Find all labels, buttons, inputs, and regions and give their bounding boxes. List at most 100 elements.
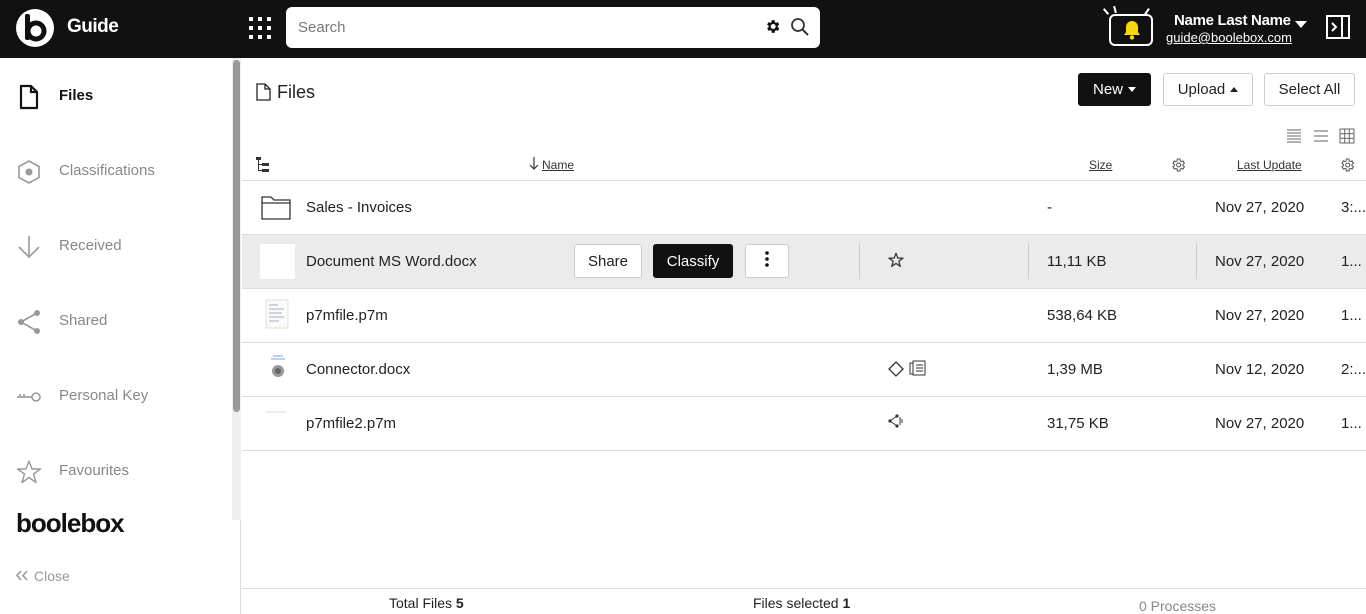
sidebar: Files Classifications Received Shared Pe… (0, 58, 241, 614)
user-menu-chevron-down-icon[interactable] (1295, 21, 1307, 28)
favourite-star-icon[interactable] (888, 252, 904, 273)
top-bar: Guide Name Last Name guide@boolebox.com (0, 0, 1366, 58)
file-time: 1... (1341, 253, 1362, 270)
file-name[interactable]: Connector.docx (306, 361, 410, 378)
table-row[interactable]: p7mfile.p7m 538,64 KB Nov 27, 2020 1... (242, 289, 1366, 343)
file-icon (16, 84, 42, 110)
files-selected-status: Files selected 1 (753, 595, 850, 611)
sidebar-item-classifications[interactable]: Classifications (0, 151, 230, 191)
column-settings-gear-icon[interactable] (1339, 157, 1355, 178)
sort-arrow-down-icon[interactable] (529, 157, 539, 175)
sidebar-item-label: Favourites (59, 462, 130, 479)
sidebar-item-favourites[interactable]: Favourites (0, 451, 230, 491)
file-size: 538,64 KB (1047, 307, 1118, 324)
share-icon (16, 309, 42, 335)
file-time: 2:... (1341, 361, 1366, 378)
sidebar-item-shared[interactable]: Shared (0, 301, 230, 341)
column-divider (1196, 243, 1197, 279)
search-input[interactable] (298, 17, 738, 37)
user-email[interactable]: guide@boolebox.com (1166, 30, 1292, 45)
column-header-name[interactable]: Name (542, 158, 574, 172)
list-view-icon[interactable] (1286, 128, 1302, 149)
total-files-count: 5 (455, 595, 464, 611)
search-bar (286, 7, 820, 48)
sidebar-item-label: Received (59, 237, 122, 254)
file-size: 11,11 KB (1047, 253, 1107, 270)
file-date: Nov 27, 2020 (1215, 307, 1305, 324)
boolebox-logo[interactable] (16, 9, 54, 47)
bell-ray (1102, 8, 1110, 15)
caret-up-icon (1230, 87, 1239, 92)
star-icon (16, 459, 42, 485)
hexagon-icon (16, 159, 42, 185)
more-options-button[interactable] (745, 244, 789, 278)
document-thumbnail (260, 244, 295, 279)
table-row[interactable]: Connector.docx 1,39 MB Nov 12, 2020 2:..… (242, 343, 1366, 397)
sidebar-item-files[interactable]: Files (0, 76, 230, 116)
document-details-icon[interactable] (909, 360, 926, 381)
main-content: Files New Upload Select All Name Size La… (242, 58, 1366, 614)
folder-icon (260, 190, 295, 225)
document-thumbnail (260, 298, 295, 333)
key-icon (16, 384, 42, 410)
user-name[interactable]: Name Last Name (1174, 12, 1291, 29)
sidebar-scrollbar-thumb[interactable] (233, 60, 240, 412)
classify-button-label: Classify (666, 252, 720, 270)
select-all-button[interactable]: Select All (1264, 73, 1355, 106)
kebab-menu-icon (765, 251, 769, 267)
file-size: - (1047, 199, 1052, 216)
file-date: Nov 27, 2020 (1215, 415, 1305, 432)
sidebar-item-label: Shared (59, 312, 108, 329)
sidebar-item-received[interactable]: Received (0, 226, 230, 266)
table-row[interactable]: Document MS Word.docx Share Classify 11,… (242, 235, 1366, 289)
bell-icon (1124, 21, 1140, 40)
caret-down-icon (1128, 87, 1136, 92)
total-files-status: Total Files 5 (389, 595, 464, 611)
close-sidebar-button[interactable]: Close (15, 568, 70, 584)
file-date: Nov 12, 2020 (1215, 361, 1305, 378)
file-name[interactable]: Sales - Invoices (306, 199, 412, 216)
processes-status[interactable]: 0 Processes (1139, 598, 1216, 614)
files-selected-count: 1 (842, 595, 851, 611)
bell-ray (1113, 5, 1117, 14)
file-name[interactable]: p7mfile2.p7m (306, 415, 396, 432)
notifications-button[interactable] (1102, 5, 1154, 48)
classification-diamond-icon[interactable] (888, 361, 904, 382)
column-divider (859, 243, 860, 279)
search-settings-gear-icon[interactable] (764, 18, 781, 40)
upload-button[interactable]: Upload (1163, 73, 1253, 106)
column-divider (1028, 243, 1029, 279)
grid-view-icon[interactable] (1339, 128, 1355, 149)
files-selected-label: Files selected (753, 595, 839, 611)
document-thumbnail (260, 352, 295, 387)
file-name[interactable]: p7mfile.p7m (306, 307, 388, 324)
column-header-size[interactable]: Size (1089, 158, 1112, 172)
column-header-last-update[interactable]: Last Update (1237, 158, 1302, 172)
panel-toggle-icon[interactable] (1326, 15, 1350, 44)
new-button[interactable]: New (1078, 73, 1151, 106)
compact-list-view-icon[interactable] (1313, 128, 1329, 149)
page-title: Files (256, 82, 315, 103)
apps-grid-icon[interactable] (249, 17, 271, 39)
sidebar-item-label: Classifications (59, 162, 155, 179)
tree-view-icon[interactable] (256, 157, 270, 178)
column-settings-gear-icon[interactable] (1170, 157, 1186, 178)
arrow-down-icon (16, 234, 42, 260)
double-chevron-left-icon (15, 570, 28, 581)
app-title: Guide (67, 16, 119, 37)
file-size: 1,39 MB (1047, 361, 1103, 378)
status-footer: Total Files 5 Files selected 1 0 Process… (242, 588, 1366, 614)
table-row[interactable]: p7mfile2.p7m 31,75 KB Nov 27, 2020 1... (242, 397, 1366, 451)
table-row[interactable]: Sales - Invoices - Nov 27, 2020 3:... (242, 181, 1366, 235)
file-icon (256, 83, 271, 101)
classify-button[interactable]: Classify (653, 244, 733, 278)
document-thumbnail (260, 406, 295, 441)
search-icon[interactable] (790, 17, 810, 42)
bell-frame (1109, 14, 1153, 46)
file-name[interactable]: Document MS Word.docx (306, 253, 477, 270)
new-button-label: New (1092, 81, 1123, 98)
shared-link-icon[interactable] (888, 414, 904, 433)
sidebar-item-label: Personal Key (59, 387, 149, 404)
sidebar-item-personal-key[interactable]: Personal Key (0, 376, 230, 416)
share-button[interactable]: Share (574, 244, 642, 278)
